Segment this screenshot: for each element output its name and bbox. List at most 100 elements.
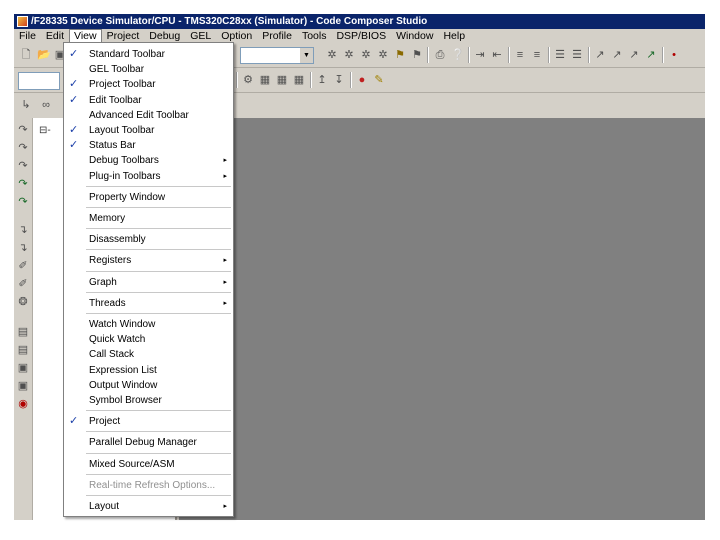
disassembly-icon[interactable]: ◉: [17, 398, 29, 410]
run-icon[interactable]: ✐: [17, 260, 29, 272]
tree-child-item[interactable]: ⊟-: [39, 125, 51, 136]
asm-step-into-icon[interactable]: ↴: [17, 224, 29, 236]
toolbar-separator: [350, 72, 352, 88]
menu-separator: [86, 228, 231, 230]
remove-probes-icon[interactable]: ↗: [645, 49, 657, 61]
align-right-icon[interactable]: ☰: [571, 49, 583, 61]
submenu-arrow-icon: ▸: [223, 172, 227, 180]
bookmark-icon[interactable]: ⚑: [394, 49, 406, 61]
menu-option[interactable]: Option: [216, 29, 257, 43]
rebuild-all-icon[interactable]: ▦: [276, 74, 288, 86]
menu-item-standard-toolbar[interactable]: ✓ Standard Toolbar: [64, 47, 233, 62]
menu-item-layout[interactable]: Layout ▸: [64, 499, 233, 514]
reload-program-icon[interactable]: ↧: [333, 74, 345, 86]
menu-item-memory[interactable]: Memory: [64, 211, 233, 226]
menu-help[interactable]: Help: [438, 29, 470, 43]
menu-item-label: Debug Toolbars: [89, 155, 159, 167]
step-out-icon[interactable]: ↷: [17, 160, 29, 172]
submenu-arrow-icon: ▸: [223, 299, 227, 307]
menu-item-watch-window[interactable]: Watch Window: [64, 317, 233, 332]
menu-item-quick-watch[interactable]: Quick Watch: [64, 332, 233, 347]
step-into-icon[interactable]: ↷: [17, 124, 29, 136]
asm-step-over-icon[interactable]: ↴: [17, 242, 29, 254]
animate-icon[interactable]: ❂: [17, 296, 29, 308]
remove-breakpoints-icon[interactable]: ↗: [611, 49, 623, 61]
search-combo[interactable]: ▼: [240, 47, 314, 64]
watch-icon[interactable]: ∞: [40, 99, 52, 111]
menu-item-label: Graph: [89, 276, 117, 288]
toggle-probe-icon[interactable]: ↗: [628, 49, 640, 61]
menu-item-registers[interactable]: Registers ▸: [64, 253, 233, 268]
watch-window-icon[interactable]: ▣: [17, 362, 29, 374]
menu-item-edit-toolbar[interactable]: ✓ Edit Toolbar: [64, 93, 233, 108]
compile-icon[interactable]: ⚙: [242, 74, 254, 86]
chevron-down-icon[interactable]: ▼: [300, 48, 313, 63]
menu-item-layout-toolbar[interactable]: ✓ Layout Toolbar: [64, 123, 233, 138]
halt-icon[interactable]: ●: [356, 74, 368, 86]
menu-view[interactable]: View: [69, 29, 102, 43]
align-left-icon[interactable]: ☰: [554, 49, 566, 61]
memory-icon[interactable]: ▤: [17, 344, 29, 356]
profile-point-icon[interactable]: •: [668, 49, 680, 61]
incremental-build-icon[interactable]: ▦: [259, 74, 271, 86]
menu-tools[interactable]: Tools: [297, 29, 332, 43]
open-folder-icon[interactable]: 📂: [37, 49, 51, 61]
menu-item-label: Project: [89, 416, 121, 428]
menu-item-gel-toolbar[interactable]: GEL Toolbar: [64, 62, 233, 77]
menu-item-threads[interactable]: Threads ▸: [64, 296, 233, 311]
toolbar-separator: [588, 47, 590, 63]
submenu-arrow-icon: ▸: [223, 157, 227, 165]
menu-item-real-time-refresh-options[interactable]: Real-time Refresh Options...: [64, 478, 233, 493]
menu-project[interactable]: Project: [102, 29, 145, 43]
menu-profile[interactable]: Profile: [257, 29, 297, 43]
menu-item-expression-list[interactable]: Expression List: [64, 363, 233, 378]
menu-item-debug-toolbars[interactable]: Debug Toolbars ▸: [64, 153, 233, 168]
menu-edit[interactable]: Edit: [41, 29, 69, 43]
uncomment-icon[interactable]: ≡: [531, 49, 543, 61]
project-combo[interactable]: [18, 72, 60, 90]
outdent-icon[interactable]: ⇤: [491, 49, 503, 61]
menu-item-disassembly[interactable]: Disassembly: [64, 232, 233, 247]
find-next-icon[interactable]: ✲: [343, 49, 355, 61]
menu-item-project-toolbar[interactable]: ✓ Project Toolbar: [64, 77, 233, 92]
menu-window[interactable]: Window: [391, 29, 438, 43]
find-icon[interactable]: ✲: [326, 49, 338, 61]
new-file-icon[interactable]: 🗋: [20, 49, 32, 61]
bookmark-next-icon[interactable]: ⚑: [411, 49, 423, 61]
menu-item-call-stack[interactable]: Call Stack: [64, 347, 233, 362]
menu-item-symbol-browser[interactable]: Symbol Browser: [64, 393, 233, 408]
run-icon[interactable]: ✎: [373, 74, 385, 86]
registers-icon[interactable]: ▤: [17, 326, 29, 338]
menu-item-property-window[interactable]: Property Window: [64, 190, 233, 205]
menu-item-graph[interactable]: Graph ▸: [64, 275, 233, 290]
menu-item-output-window[interactable]: Output Window: [64, 378, 233, 393]
run-to-cursor-icon[interactable]: ↷: [17, 178, 29, 190]
menu-separator: [86, 431, 231, 433]
help-icon[interactable]: ❔: [451, 49, 465, 61]
menu-item-plug-in-toolbars[interactable]: Plug-in Toolbars ▸: [64, 169, 233, 184]
find-in-files-icon[interactable]: ✲: [377, 49, 389, 61]
menu-item-mixed-source-asm[interactable]: Mixed Source/ASM: [64, 457, 233, 472]
menu-item-status-bar[interactable]: ✓ Status Bar: [64, 138, 233, 153]
toggle-breakpoint-icon[interactable]: ↗: [594, 49, 606, 61]
step-into-icon[interactable]: ↳: [20, 99, 32, 111]
checkmark-icon: ✓: [69, 415, 79, 428]
menu-dsp-bios[interactable]: DSP/BIOS: [331, 29, 391, 43]
menu-gel[interactable]: GEL: [185, 29, 216, 43]
menu-file[interactable]: File: [14, 29, 41, 43]
load-program-icon[interactable]: ↥: [316, 74, 328, 86]
stop-build-icon[interactable]: ▦: [293, 74, 305, 86]
print-icon[interactable]: ⎙: [434, 49, 446, 61]
menu-debug[interactable]: Debug: [144, 29, 185, 43]
menu-item-label: Advanced Edit Toolbar: [89, 109, 189, 121]
menu-item-project[interactable]: ✓ Project: [64, 414, 233, 429]
comment-icon[interactable]: ≡: [514, 49, 526, 61]
menu-item-advanced-edit-toolbar[interactable]: Advanced Edit Toolbar: [64, 108, 233, 123]
set-pc-icon[interactable]: ↷: [17, 196, 29, 208]
indent-icon[interactable]: ⇥: [474, 49, 486, 61]
halt-icon[interactable]: ✐: [17, 278, 29, 290]
call-stack-icon[interactable]: ▣: [17, 380, 29, 392]
find-prev-icon[interactable]: ✲: [360, 49, 372, 61]
menu-item-parallel-debug-manager[interactable]: Parallel Debug Manager: [64, 435, 233, 450]
step-over-icon[interactable]: ↷: [17, 142, 29, 154]
